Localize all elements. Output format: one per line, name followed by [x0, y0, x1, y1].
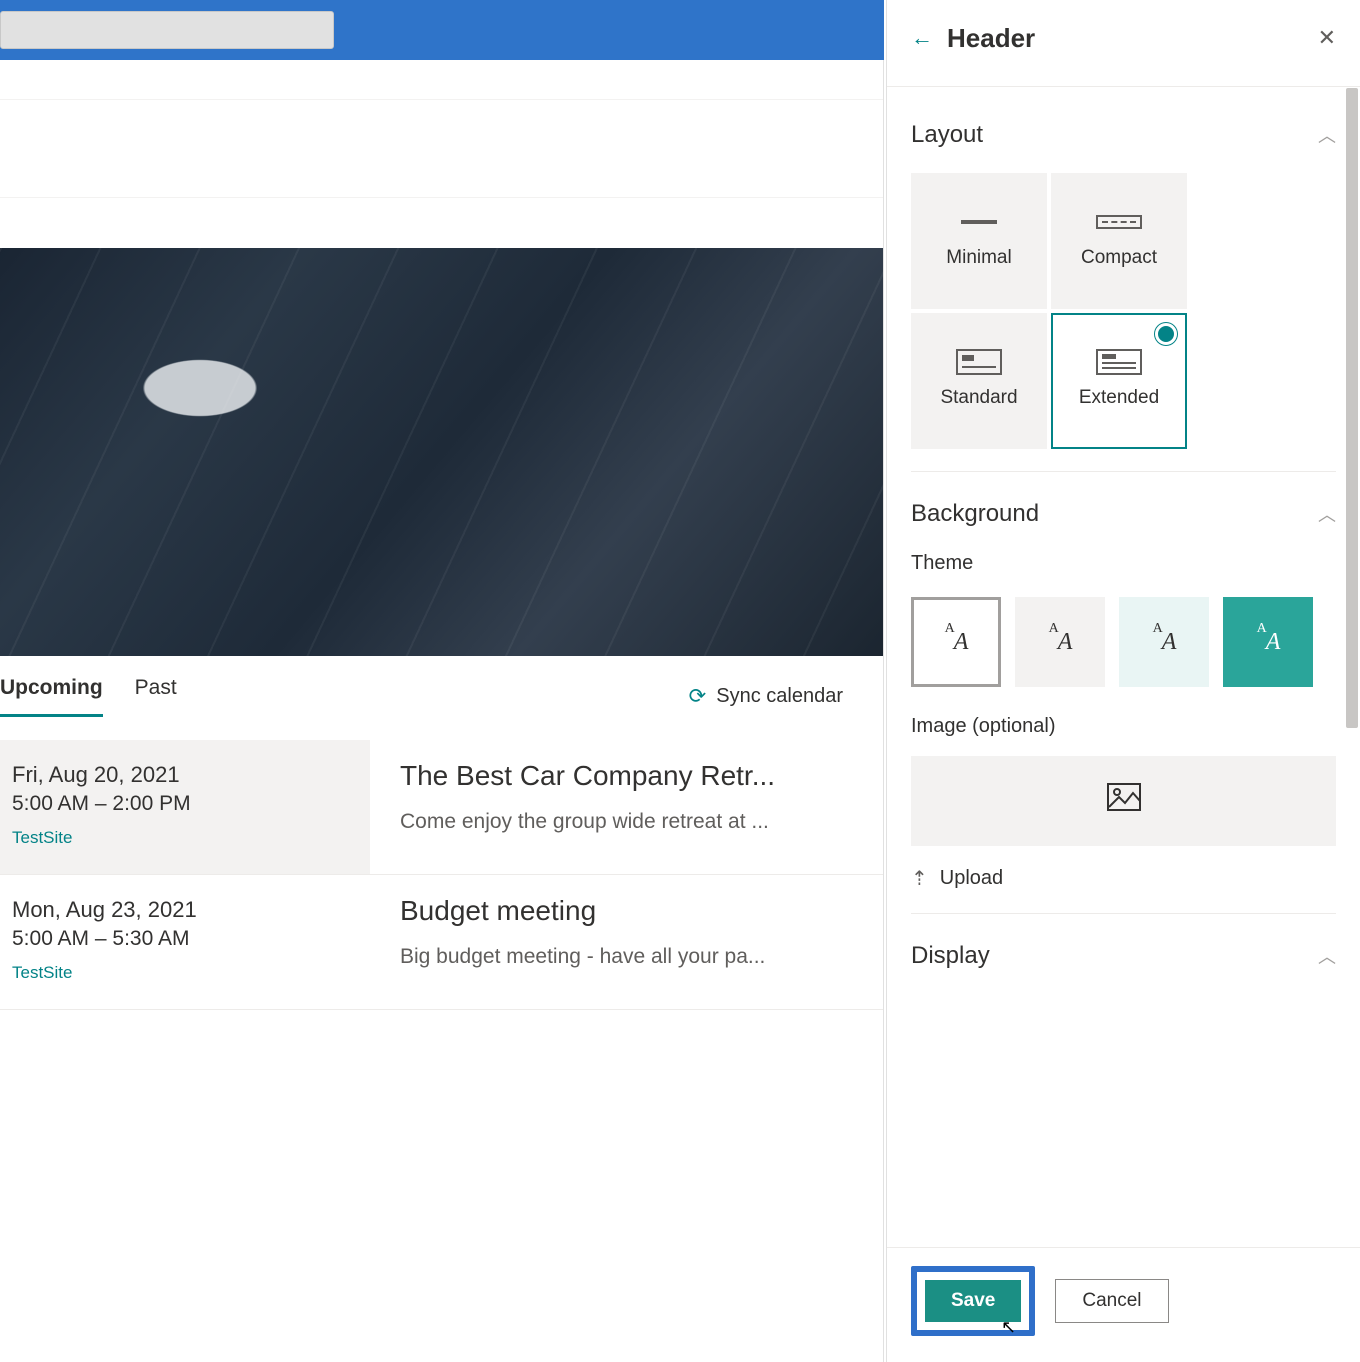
section-toggle-display[interactable]: Display ︿: [911, 942, 1336, 970]
chevron-up-icon: ︿: [1318, 943, 1336, 969]
close-icon[interactable]: ✕: [1318, 25, 1336, 51]
event-date: Fri, Aug 20, 2021: [12, 762, 352, 788]
image-icon: [1107, 783, 1141, 819]
sync-icon: ⟳: [689, 684, 707, 709]
section-display: Display ︿: [911, 914, 1336, 1016]
theme-option-neutral[interactable]: AA: [1015, 597, 1105, 687]
theme-option-soft[interactable]: AA: [1119, 597, 1209, 687]
layout-option-standard[interactable]: Standard: [911, 313, 1047, 449]
event-desc: Come enjoy the group wide retreat at ...: [400, 810, 861, 834]
section-title: Display: [911, 942, 990, 970]
chevron-up-icon: ︿: [1318, 501, 1336, 527]
sync-calendar-button[interactable]: ⟳ Sync calendar: [689, 684, 843, 709]
layout-label: Extended: [1079, 387, 1159, 409]
scrollbar[interactable]: [1346, 88, 1358, 1282]
section-toggle-background[interactable]: Background ︿: [911, 500, 1336, 528]
tab-upcoming[interactable]: Upcoming: [0, 676, 103, 717]
scrollbar-thumb[interactable]: [1346, 88, 1358, 728]
section-title: Layout: [911, 121, 983, 149]
upload-button[interactable]: ⇡ Upload: [911, 866, 1336, 891]
sync-label: Sync calendar: [716, 685, 843, 708]
event-row[interactable]: Fri, Aug 20, 2021 5:00 AM – 2:00 PM Test…: [0, 740, 883, 875]
event-title: The Best Car Company Retr...: [400, 760, 861, 792]
hero-image: [0, 248, 883, 656]
theme-label: Theme: [911, 552, 1336, 575]
event-desc: Big budget meeting - have all your pa...: [400, 945, 861, 969]
upload-icon: ⇡: [911, 866, 928, 891]
event-title: Budget meeting: [400, 895, 861, 927]
save-highlight: Save ↖: [911, 1266, 1035, 1336]
top-bar: [0, 0, 884, 60]
event-time: 5:00 AM – 2:00 PM: [12, 792, 352, 816]
image-drop-zone[interactable]: [911, 756, 1336, 846]
tab-past[interactable]: Past: [135, 676, 177, 717]
section-title: Background: [911, 500, 1039, 528]
layout-option-compact[interactable]: Compact: [1051, 173, 1187, 309]
cancel-button[interactable]: Cancel: [1055, 1279, 1168, 1323]
layout-option-minimal[interactable]: Minimal: [911, 173, 1047, 309]
cursor-icon: ↖: [1001, 1317, 1016, 1338]
tabs-row: Upcoming Past ⟳ Sync calendar: [0, 656, 883, 718]
theme-option-white[interactable]: AA: [911, 597, 1001, 687]
section-layout: Layout ︿ Minimal Compact Standard: [911, 93, 1336, 472]
events-list: Fri, Aug 20, 2021 5:00 AM – 2:00 PM Test…: [0, 740, 883, 1010]
panel-title: Header: [947, 23, 1304, 54]
spacer: [0, 60, 883, 100]
layout-label: Standard: [940, 387, 1017, 409]
event-site: TestSite: [12, 963, 352, 983]
layout-label: Minimal: [946, 247, 1011, 269]
main-content: Upcoming Past ⟳ Sync calendar Fri, Aug 2…: [0, 0, 884, 1362]
chevron-up-icon: ︿: [1318, 122, 1336, 148]
back-arrow-icon[interactable]: ←: [911, 25, 933, 51]
section-background: Background ︿ Theme AA AA AA AA Image (op…: [911, 472, 1336, 914]
upload-label: Upload: [940, 867, 1003, 890]
section-toggle-layout[interactable]: Layout ︿: [911, 121, 1336, 149]
image-label: Image (optional): [911, 715, 1336, 738]
search-input[interactable]: [0, 11, 334, 49]
theme-option-strong[interactable]: AA: [1223, 597, 1313, 687]
header-settings-panel: ← Header ✕ Layout ︿ Minimal Compact: [886, 0, 1360, 1362]
layout-label: Compact: [1081, 247, 1157, 269]
spacer: [0, 130, 883, 198]
event-date: Mon, Aug 23, 2021: [12, 897, 352, 923]
layout-option-extended[interactable]: Extended: [1051, 313, 1187, 449]
event-site: TestSite: [12, 828, 352, 848]
save-button[interactable]: Save: [925, 1280, 1021, 1322]
panel-footer: Save ↖ Cancel: [887, 1247, 1360, 1362]
event-row[interactable]: Mon, Aug 23, 2021 5:00 AM – 5:30 AM Test…: [0, 875, 883, 1010]
event-time: 5:00 AM – 5:30 AM: [12, 927, 352, 951]
